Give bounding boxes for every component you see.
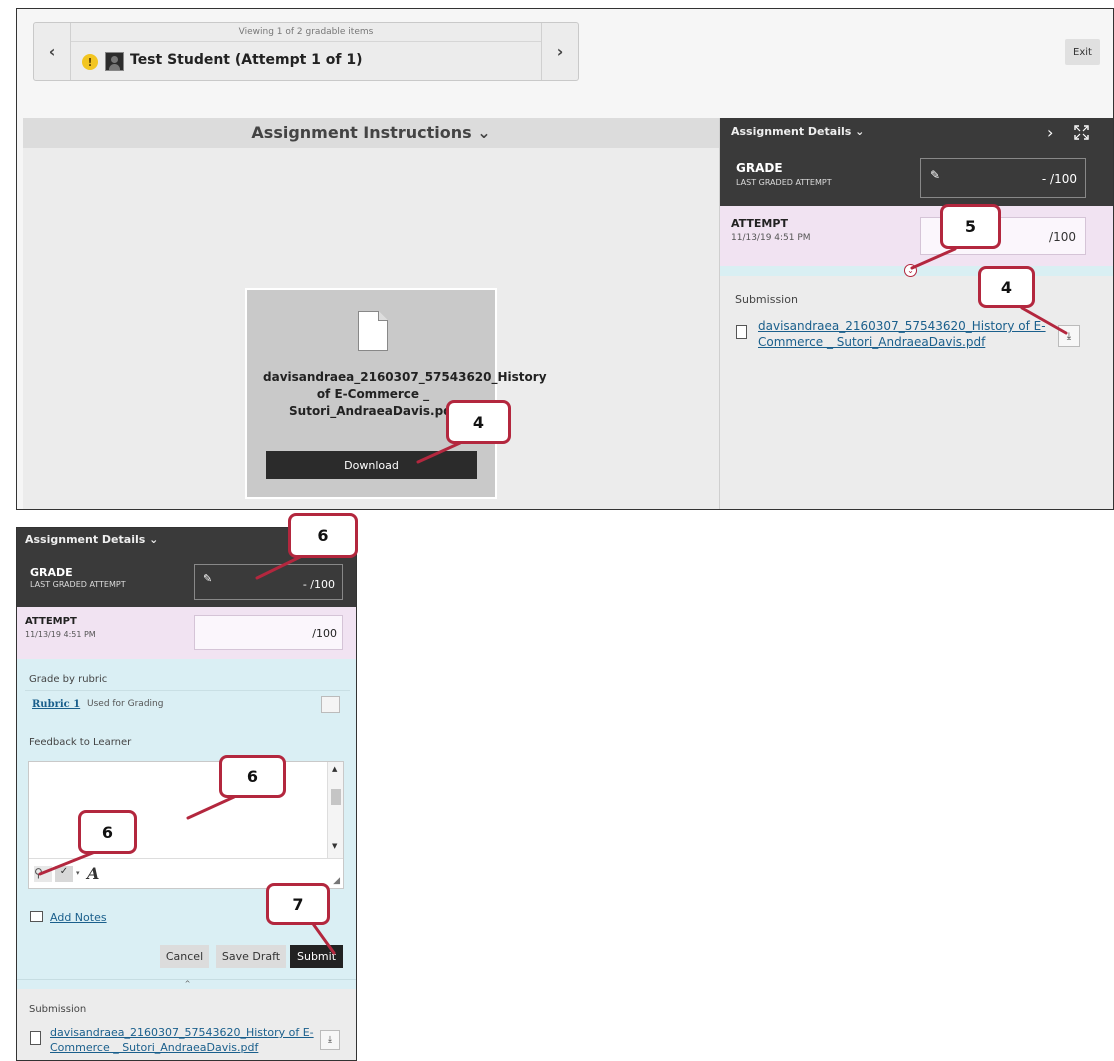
file-preview-card: davisandraea_2160307_57543620_History of… bbox=[245, 288, 547, 499]
student-navigator: ‹ Viewing 1 of 2 gradable items ! Test S… bbox=[33, 22, 579, 81]
feedback-scrollbar[interactable]: ▲ ▼ bbox=[327, 762, 343, 858]
attempt-title: ATTEMPT bbox=[25, 616, 77, 627]
rubric-link[interactable]: Rubric 1 bbox=[32, 699, 80, 710]
divider bbox=[25, 690, 350, 691]
resize-handle-icon[interactable]: ◢ bbox=[333, 876, 340, 886]
collapse-toggle[interactable]: ^ bbox=[17, 979, 356, 989]
cancel-button[interactable]: Cancel bbox=[160, 945, 209, 968]
grading-form: Grade by rubric Rubric 1 Used for Gradin… bbox=[17, 659, 356, 979]
callout-badge-feedback: 6 bbox=[219, 755, 286, 798]
pencil-icon: ✎ bbox=[203, 572, 213, 585]
file-icon bbox=[736, 325, 747, 339]
attempt-value: /100 bbox=[1049, 230, 1076, 244]
attempt-row: ATTEMPT 11/13/19 4:51 PM /100 bbox=[17, 607, 356, 659]
pencil-icon: ✎ bbox=[930, 168, 941, 182]
grade-subtitle: LAST GRADED ATTEMPT bbox=[30, 580, 126, 589]
feedback-textarea[interactable]: ▲ ▼ ⚲ ✓ ▾ A ◢ bbox=[28, 761, 344, 889]
grade-input[interactable]: ✎ - /100 bbox=[920, 158, 1086, 198]
attach-icon[interactable]: ⚲ bbox=[34, 866, 52, 882]
submit-button[interactable]: Submit bbox=[290, 945, 343, 968]
rubric-used-text: Used for Grading bbox=[87, 699, 164, 709]
add-notes-link[interactable]: Add Notes bbox=[50, 911, 107, 924]
callout-badge-download-icon: 4 bbox=[978, 266, 1035, 308]
download-button[interactable]: Download bbox=[266, 451, 477, 479]
assignment-details-toggle[interactable]: Assignment Details ⌄ bbox=[720, 118, 1113, 148]
chevron-down-icon[interactable]: ⌄ bbox=[904, 264, 917, 277]
chevron-down-icon[interactable]: ▾ bbox=[76, 869, 80, 877]
assignment-instructions-toggle[interactable]: Assignment Instructions ⌄ bbox=[23, 118, 719, 148]
attempt-expand-strip: ⌄ bbox=[720, 264, 1113, 277]
submission-file-link[interactable]: davisandraea_2160307_57543620_History of… bbox=[758, 318, 1053, 350]
attempt-title: ATTEMPT bbox=[731, 217, 788, 230]
spellcheck-icon[interactable]: ✓ bbox=[55, 866, 73, 882]
notes-icon bbox=[30, 911, 43, 922]
grade-row: GRADE LAST GRADED ATTEMPT ✎ - /100 bbox=[720, 148, 1113, 206]
grade-row: GRADE LAST GRADED ATTEMPT ✎ - /100 bbox=[17, 554, 356, 607]
callout-badge-attach: 6 bbox=[78, 810, 137, 854]
grading-screenshot-bottom: Assignment Details ⌄ GRADE LAST GRADED A… bbox=[16, 527, 357, 1061]
open-rubric-icon[interactable] bbox=[321, 696, 340, 713]
download-icon[interactable]: ⤓ bbox=[1058, 325, 1080, 347]
save-draft-button[interactable]: Save Draft bbox=[216, 945, 286, 968]
exit-button[interactable]: Exit bbox=[1065, 39, 1100, 65]
attempt-grade-input[interactable]: /100 bbox=[194, 615, 343, 650]
scroll-down-icon[interactable]: ▼ bbox=[332, 842, 337, 850]
grade-title: GRADE bbox=[736, 161, 783, 175]
grade-value: - /100 bbox=[302, 578, 335, 591]
grading-screenshot-top: ‹ Viewing 1 of 2 gradable items ! Test S… bbox=[16, 8, 1114, 510]
submission-file-link[interactable]: davisandraea_2160307_57543620_History of… bbox=[50, 1025, 320, 1055]
attempt-date: 11/13/19 4:51 PM bbox=[731, 233, 811, 243]
viewing-count: Viewing 1 of 2 gradable items bbox=[71, 27, 541, 42]
file-icon bbox=[30, 1031, 41, 1045]
callout-badge-submit: 7 bbox=[266, 883, 330, 925]
callout-badge-grade: 6 bbox=[288, 513, 358, 558]
warning-icon: ! bbox=[82, 54, 98, 70]
attempt-value: /100 bbox=[312, 627, 337, 640]
callout-badge-expand: 5 bbox=[940, 204, 1001, 249]
feedback-label: Feedback to Learner bbox=[29, 737, 132, 748]
file-icon bbox=[358, 311, 388, 351]
attempt-row: ATTEMPT 11/13/19 4:51 PM /100 bbox=[720, 206, 1113, 266]
scroll-thumb[interactable] bbox=[331, 789, 341, 805]
chevron-right-icon[interactable]: › bbox=[1047, 123, 1053, 142]
download-icon[interactable]: ⤓ bbox=[320, 1030, 340, 1050]
grade-value: - /100 bbox=[1041, 172, 1077, 186]
rubric-label: Grade by rubric bbox=[29, 674, 108, 685]
callout-badge-download: 4 bbox=[446, 400, 511, 444]
assignment-details-panel: Assignment Details ⌄ › GRADE LAST GRADED… bbox=[719, 118, 1113, 509]
previous-student-button[interactable]: ‹ bbox=[34, 23, 71, 80]
scroll-up-icon[interactable]: ▲ bbox=[332, 765, 337, 773]
format-icon[interactable]: A bbox=[87, 864, 99, 883]
avatar-icon bbox=[105, 52, 124, 71]
grade-input[interactable]: ✎ - /100 bbox=[194, 564, 343, 600]
next-student-button[interactable]: › bbox=[541, 23, 578, 80]
grade-title: GRADE bbox=[30, 566, 73, 579]
submission-label: Submission bbox=[29, 1004, 87, 1015]
attempt-date: 11/13/19 4:51 PM bbox=[25, 630, 96, 639]
student-name: Test Student (Attempt 1 of 1) bbox=[130, 52, 363, 68]
expand-icon[interactable] bbox=[1074, 125, 1089, 140]
submission-label: Submission bbox=[735, 293, 798, 306]
grade-subtitle: LAST GRADED ATTEMPT bbox=[736, 178, 832, 187]
